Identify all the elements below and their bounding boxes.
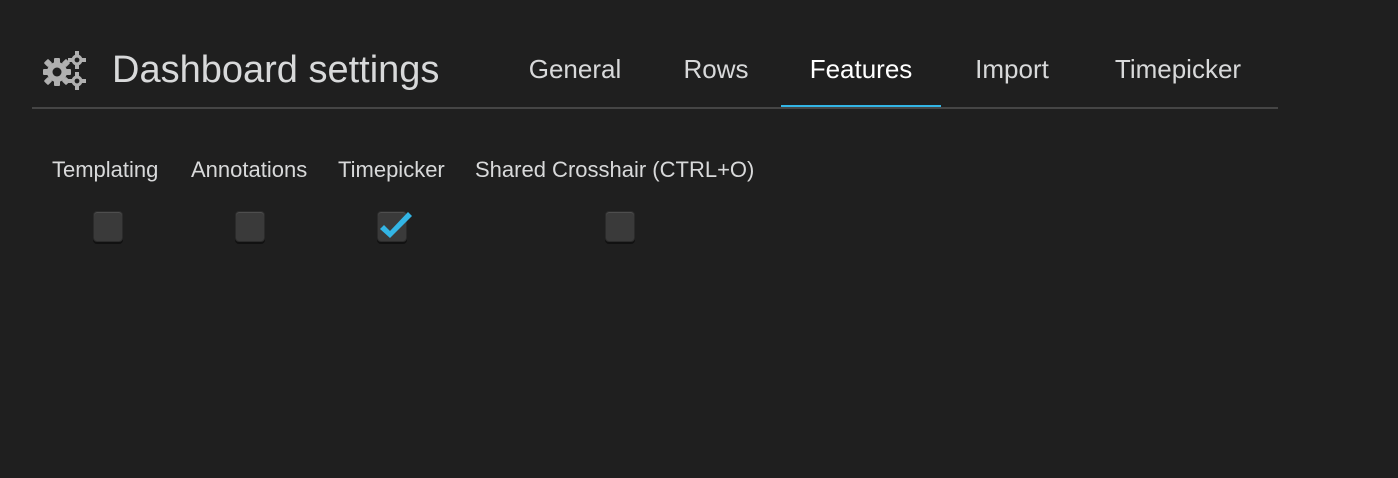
settings-header: Dashboard settings General Rows Features… [32, 30, 1278, 110]
page-title: Dashboard settings [112, 49, 440, 91]
cogs-icon [40, 50, 86, 90]
shared-crosshair-label: Shared Crosshair (CTRL+O) [475, 157, 755, 182]
templating-label: Templating [52, 157, 159, 182]
tab-rows[interactable]: Rows [657, 47, 775, 107]
header-divider [32, 107, 1278, 109]
annotations-checkbox[interactable] [235, 211, 265, 242]
checkmark-icon [380, 212, 412, 238]
timepicker-checkbox[interactable] [377, 211, 412, 242]
tab-general[interactable]: General [504, 47, 646, 107]
tab-timepicker[interactable]: Timepicker [1085, 47, 1271, 107]
templating-checkbox[interactable] [93, 211, 123, 242]
tab-import[interactable]: Import [947, 47, 1077, 107]
timepicker-label: Timepicker [338, 157, 445, 182]
annotations-label: Annotations [191, 157, 308, 182]
shared-crosshair-checkbox[interactable] [605, 211, 635, 242]
tab-features[interactable]: Features [781, 47, 941, 109]
